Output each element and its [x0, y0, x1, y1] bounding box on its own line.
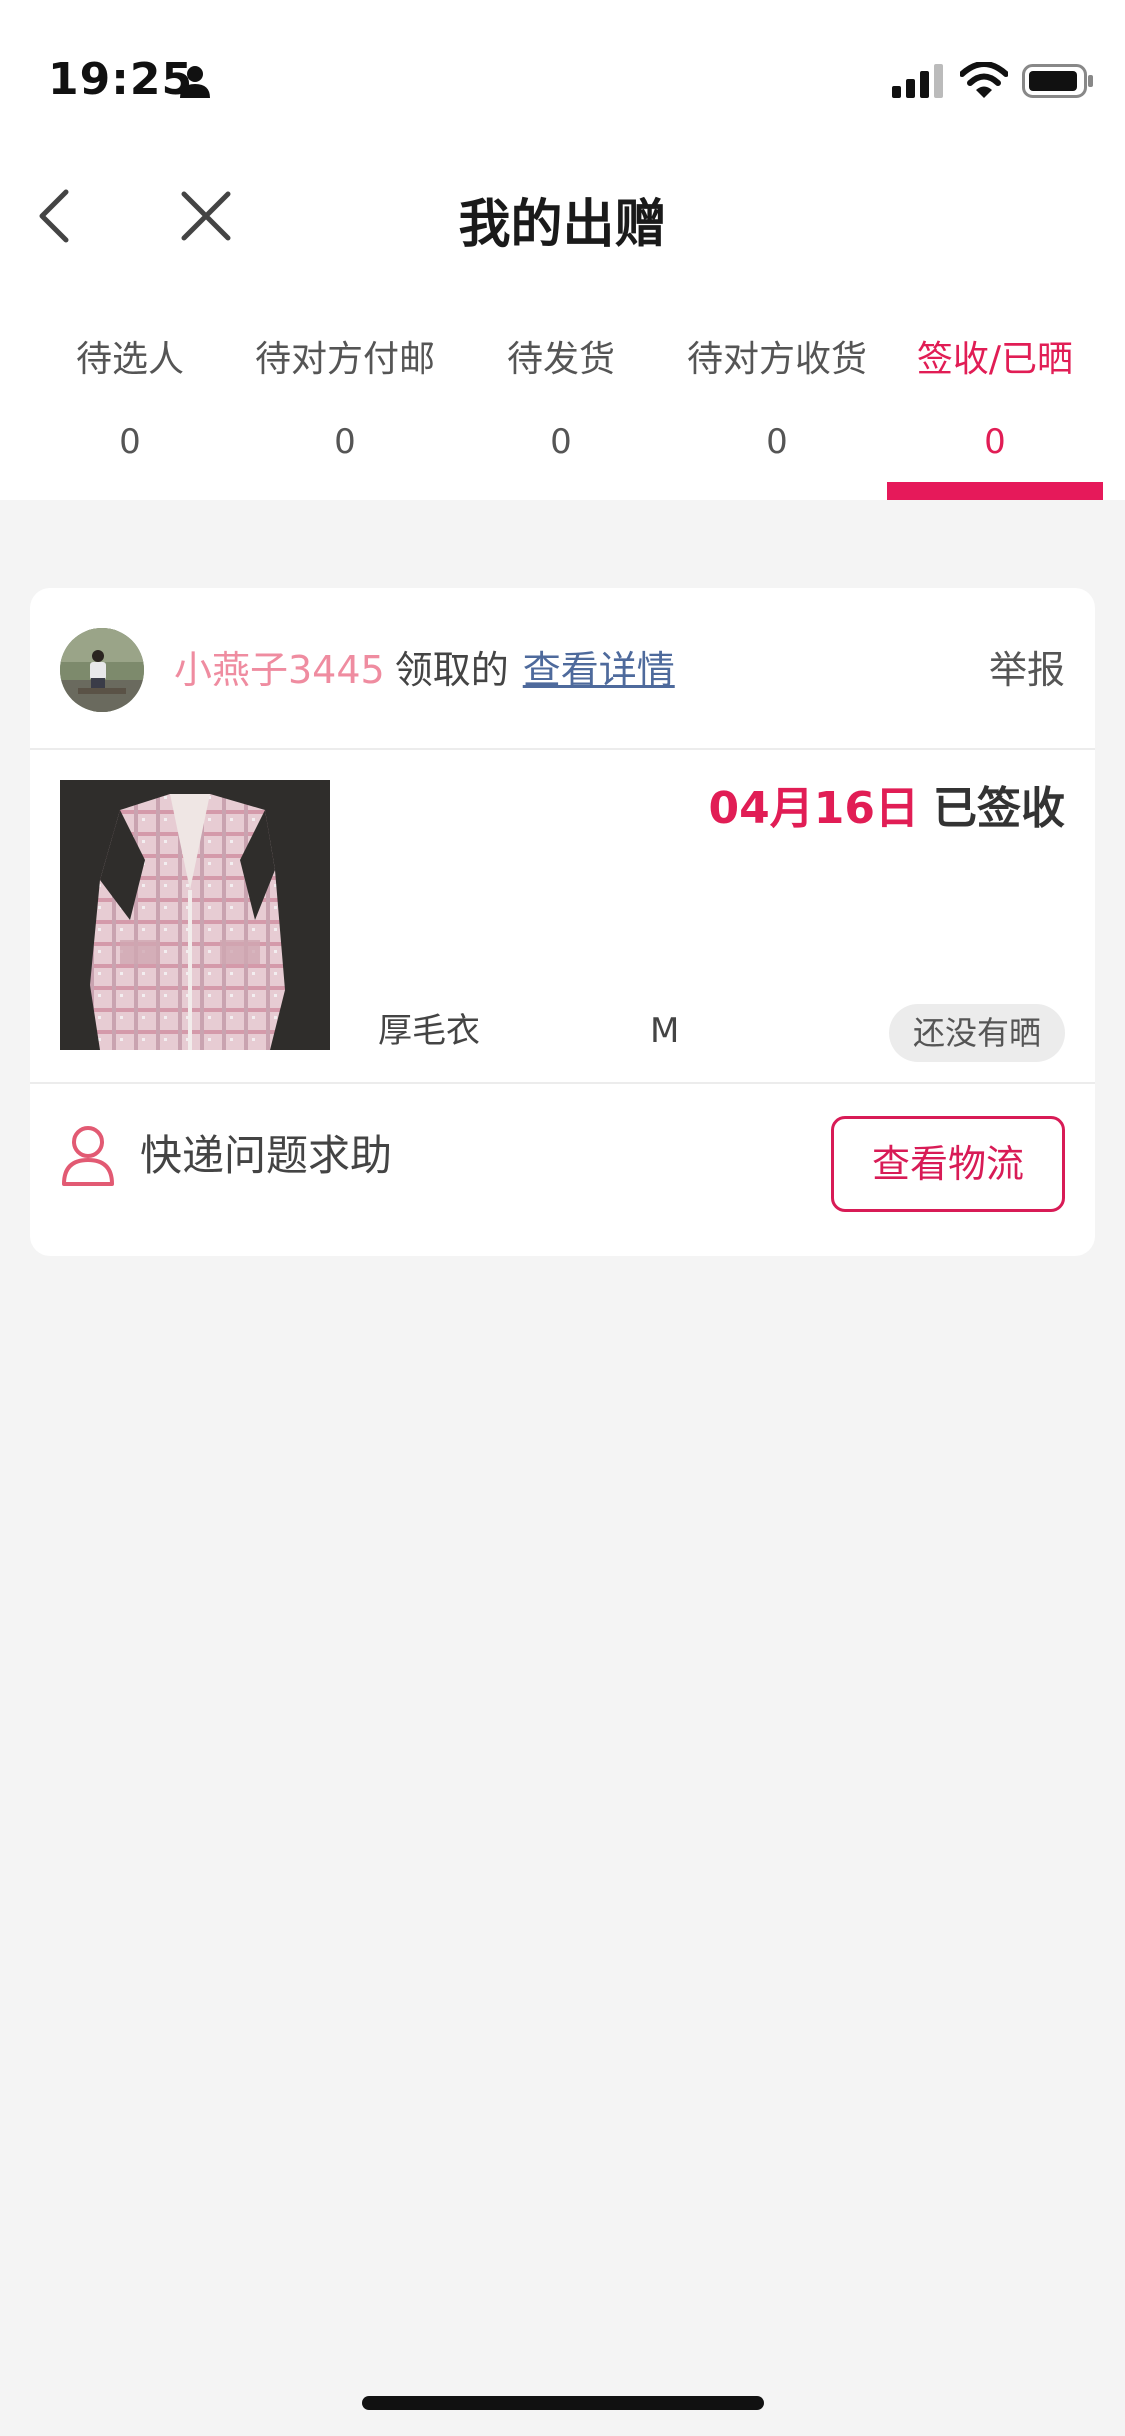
claimed-text: 领取的: [394, 648, 509, 692]
view-details-link[interactable]: 查看详情: [523, 648, 675, 692]
receipt-date-value: 04月16日: [708, 783, 919, 834]
avatar-image: [60, 628, 144, 712]
wifi-icon: [960, 62, 1008, 98]
item-size: M: [650, 1011, 680, 1051]
claim-info: 小燕子3445 领取的 查看详情: [174, 640, 675, 700]
gift-card: 小燕子3445 领取的 查看详情 举报 04月16日 已签收 厚毛衣 M 还没有…: [30, 588, 1095, 1256]
header-area: 19:25 我的出赠 待选人 0 待对方付邮 0 待发货 0 待对方收货 0 签…: [0, 0, 1125, 500]
home-indicator[interactable]: [362, 2396, 764, 2410]
receipt-date: 04月16日 已签收: [709, 776, 1065, 842]
battery-icon: [1022, 64, 1093, 98]
vest-image: [60, 780, 330, 1050]
item-name: 厚毛衣: [378, 1011, 480, 1051]
status-time: 19:25: [48, 54, 194, 105]
report-button[interactable]: 举报: [989, 640, 1065, 700]
active-tab-indicator: [887, 482, 1103, 500]
tab-label: 待发货: [506, 339, 615, 380]
tab-count: 0: [334, 422, 356, 462]
receipt-status: 已签收: [933, 783, 1065, 834]
person-help-icon[interactable]: [60, 1124, 116, 1186]
share-status-badge: 还没有晒: [888, 1004, 1065, 1062]
divider: [30, 748, 1095, 750]
tab-received-shared[interactable]: 签收/已晒 0: [887, 330, 1103, 500]
tab-label: 待对方收货: [686, 339, 867, 380]
divider: [30, 1082, 1095, 1084]
view-logistics-button[interactable]: 查看物流: [831, 1116, 1065, 1212]
signal-icon: [892, 64, 943, 98]
tab-pending-selection[interactable]: 待选人 0: [40, 330, 220, 500]
tab-pending-receipt[interactable]: 待对方收货 0: [672, 330, 882, 500]
shipping-help-link[interactable]: 快递问题求助: [140, 1126, 392, 1186]
item-thumbnail[interactable]: [60, 780, 330, 1050]
person-status-icon: [180, 66, 210, 98]
avatar[interactable]: [60, 628, 144, 712]
tab-label: 待对方付邮: [254, 339, 435, 380]
tab-count: 0: [119, 422, 141, 462]
tab-pending-shipment[interactable]: 待发货 0: [471, 330, 651, 500]
status-tabs: 待选人 0 待对方付邮 0 待发货 0 待对方收货 0 签收/已晒 0: [0, 330, 1125, 500]
tab-label: 签收/已晒: [916, 339, 1074, 380]
page-title: 我的出赠: [458, 195, 667, 255]
tab-count: 0: [984, 422, 1006, 462]
tab-count: 0: [550, 422, 572, 462]
claimer-username[interactable]: 小燕子3445: [174, 648, 385, 692]
tab-count: 0: [766, 422, 788, 462]
tab-pending-postage[interactable]: 待对方付邮 0: [240, 330, 450, 500]
tab-label: 待选人: [75, 339, 184, 380]
